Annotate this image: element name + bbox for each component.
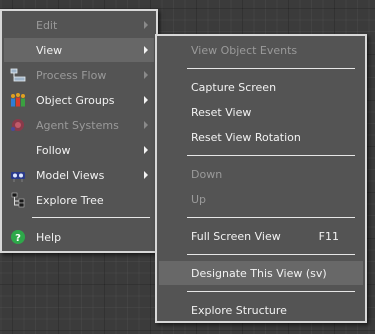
menu-item-label: Reset View Rotation	[191, 130, 301, 144]
menu-item-label: Up	[191, 192, 207, 206]
submenu-arrow-icon	[144, 96, 148, 104]
svg-text:?: ?	[15, 233, 21, 244]
menu-item-label: Follow	[36, 143, 71, 157]
submenu-arrow-icon	[144, 171, 148, 179]
help-icon: ?	[10, 229, 26, 245]
explore-tree-icon	[10, 192, 26, 208]
menu-item-label: Designate This View (sv)	[191, 266, 327, 280]
menu-item-label: Model Views	[36, 168, 105, 182]
menu-item-explore-tree[interactable]: Explore Tree	[4, 188, 154, 212]
menu-item-capture-screen[interactable]: Capture Screen	[159, 75, 363, 99]
menu-separator	[187, 217, 355, 218]
menu-separator	[187, 155, 355, 156]
submenu-arrow-icon	[144, 146, 148, 154]
menu-item-model-views[interactable]: Model Views	[4, 163, 154, 187]
menu-separator	[187, 291, 355, 292]
menu-item-down[interactable]: Down	[159, 162, 363, 186]
menu-item-view-object-events[interactable]: View Object Events	[159, 38, 363, 62]
menu-item-agent-systems[interactable]: Agent Systems	[4, 113, 154, 137]
process-flow-icon	[10, 67, 26, 83]
submenu-arrow-icon	[144, 71, 148, 79]
menu-item-label: Agent Systems	[36, 118, 119, 132]
menu-item-label: Process Flow	[36, 68, 107, 82]
menu-item-help[interactable]: ? Help	[4, 225, 154, 249]
submenu-arrow-icon	[144, 21, 148, 29]
model-views-icon	[10, 167, 26, 183]
menu-item-explore-structure[interactable]: Explore Structure	[159, 298, 363, 322]
menu-item-object-groups[interactable]: Object Groups	[4, 88, 154, 112]
menu-item-label: Full Screen View	[191, 229, 281, 243]
menu-item-process-flow[interactable]: Process Flow	[4, 63, 154, 87]
menu-item-label: View	[36, 43, 63, 57]
context-menu: Edit View Process Flow Object Groups Age…	[0, 9, 158, 253]
menu-item-label: Object Groups	[36, 93, 115, 107]
menu-item-label: Down	[191, 167, 223, 181]
menu-item-follow[interactable]: Follow	[4, 138, 154, 162]
menu-item-full-screen-view[interactable]: Full Screen View F11	[159, 224, 363, 248]
menu-item-edit[interactable]: Edit	[4, 13, 154, 37]
menu-separator	[187, 254, 355, 255]
menu-item-label: Explore Structure	[191, 303, 287, 317]
menu-item-label: Edit	[36, 18, 58, 32]
menu-item-label: View Object Events	[191, 43, 298, 57]
menu-item-reset-view-rotation[interactable]: Reset View Rotation	[159, 125, 363, 149]
menu-item-view[interactable]: View	[4, 38, 154, 62]
menu-item-label: Help	[36, 230, 62, 244]
submenu-arrow-icon	[144, 46, 148, 54]
submenu-arrow-icon	[144, 121, 148, 129]
menu-item-label: Capture Screen	[191, 80, 277, 94]
view-submenu: View Object Events Capture Screen Reset …	[155, 34, 367, 323]
menu-separator	[32, 217, 150, 218]
menu-item-label: Explore Tree	[36, 193, 104, 207]
object-groups-icon	[10, 92, 26, 108]
menu-item-designate-this-view[interactable]: Designate This View (sv)	[159, 261, 363, 285]
menu-item-reset-view[interactable]: Reset View	[159, 100, 363, 124]
shortcut-label: F11	[318, 229, 339, 243]
menu-item-up[interactable]: Up	[159, 187, 363, 211]
menu-separator	[187, 68, 355, 69]
menu-item-label: Reset View	[191, 105, 252, 119]
agent-systems-icon	[10, 117, 26, 133]
